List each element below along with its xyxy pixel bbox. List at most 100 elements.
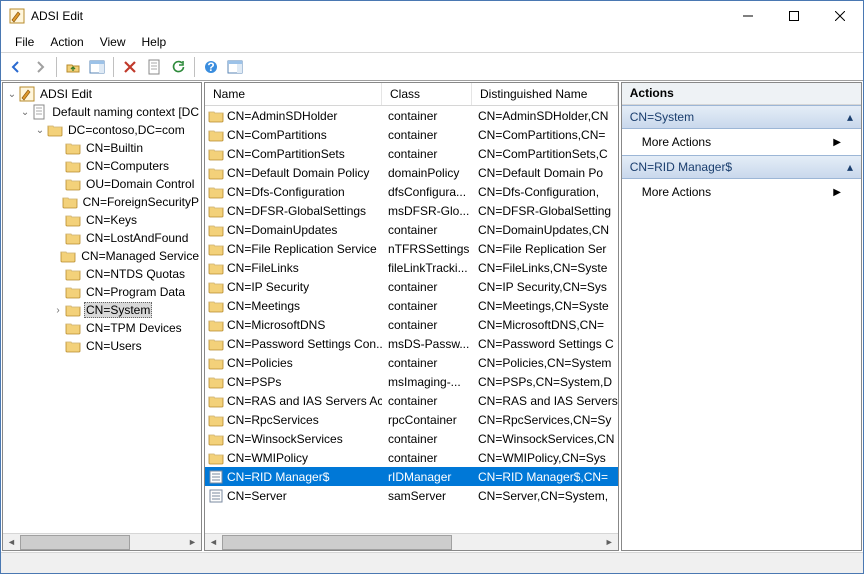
tree-label: CN=TPM Devices: [84, 320, 184, 336]
list-row[interactable]: CN=Default Domain PolicydomainPolicyCN=D…: [205, 163, 618, 182]
expand-icon[interactable]: ›: [51, 305, 65, 316]
tree-node[interactable]: CN=Users: [3, 337, 201, 355]
list-row[interactable]: CN=Dfs-ConfigurationdfsConfigura...CN=Df…: [205, 182, 618, 201]
list-row[interactable]: CN=FileLinksfileLinkTracki...CN=FileLink…: [205, 258, 618, 277]
tree-node[interactable]: CN=ForeignSecurityP: [3, 193, 201, 211]
collapse-icon[interactable]: ⌄: [33, 125, 47, 136]
tree-label: DC=contoso,DC=com: [66, 122, 187, 138]
list-row[interactable]: CN=File Replication ServicenTFRSSettings…: [205, 239, 618, 258]
folder-icon: [47, 122, 63, 138]
list-row[interactable]: CN=ComPartitionscontainerCN=ComPartition…: [205, 125, 618, 144]
actions-section-system[interactable]: CN=System ▴: [622, 105, 861, 129]
show-pane-button[interactable]: [86, 56, 108, 78]
collapse-icon[interactable]: ⌄: [19, 107, 31, 118]
actions-more-rid[interactable]: More Actions ▶: [622, 179, 861, 205]
scroll-left-icon[interactable]: ◄: [3, 535, 20, 550]
tree-node[interactable]: CN=NTDS Quotas: [3, 265, 201, 283]
nav-back-button[interactable]: [5, 56, 27, 78]
menu-file[interactable]: File: [7, 33, 42, 51]
tree-node[interactable]: CN=Keys: [3, 211, 201, 229]
list-row[interactable]: CN=ComPartitionSetscontainerCN=ComPartit…: [205, 144, 618, 163]
list-row[interactable]: CN=PSPsmsImaging-...CN=PSPs,CN=System,D: [205, 372, 618, 391]
col-class[interactable]: Class: [382, 83, 472, 105]
list-row[interactable]: CN=ServersamServerCN=Server,CN=System,: [205, 486, 618, 505]
actions-more-system[interactable]: More Actions ▶: [622, 129, 861, 155]
help-button[interactable]: [200, 56, 222, 78]
tree-h-scrollbar[interactable]: ◄ ►: [3, 533, 201, 550]
cell-name: CN=DFSR-GlobalSettings: [227, 204, 366, 218]
cell-dn: CN=RAS and IAS Servers: [472, 394, 618, 408]
cell-name: CN=ComPartitionSets: [227, 147, 345, 161]
tree-domain[interactable]: ⌄ DC=contoso,DC=com: [3, 121, 201, 139]
close-button[interactable]: [817, 1, 863, 31]
refresh-button[interactable]: [167, 56, 189, 78]
tree-label: ADSI Edit: [38, 86, 94, 102]
cell-class: container: [382, 394, 472, 408]
menu-view[interactable]: View: [92, 33, 134, 51]
list-row[interactable]: CN=Password Settings Con...msDS-Passw...…: [205, 334, 618, 353]
scroll-left-icon[interactable]: ◄: [205, 535, 222, 550]
tree-node[interactable]: CN=Computers: [3, 157, 201, 175]
list-row[interactable]: CN=AdminSDHoldercontainerCN=AdminSDHolde…: [205, 106, 618, 125]
folder-icon: [65, 338, 81, 354]
delete-button[interactable]: [119, 56, 141, 78]
list-row[interactable]: CN=IP SecuritycontainerCN=IP Security,CN…: [205, 277, 618, 296]
up-level-button[interactable]: [62, 56, 84, 78]
menu-action[interactable]: Action: [42, 33, 91, 51]
folder-icon: [208, 184, 224, 200]
scroll-right-icon[interactable]: ►: [601, 535, 618, 550]
collapse-icon[interactable]: ⌄: [5, 89, 19, 100]
cell-class: fileLinkTracki...: [382, 261, 472, 275]
list-body[interactable]: CN=AdminSDHoldercontainerCN=AdminSDHolde…: [205, 106, 618, 533]
cell-name: CN=PSPs: [227, 375, 281, 389]
list-row[interactable]: CN=RpcServicesrpcContainerCN=RpcServices…: [205, 410, 618, 429]
list-row[interactable]: CN=PoliciescontainerCN=Policies,CN=Syste…: [205, 353, 618, 372]
cell-dn: CN=PSPs,CN=System,D: [472, 375, 618, 389]
tree-node[interactable]: CN=LostAndFound: [3, 229, 201, 247]
tree-label: Default naming context [DC: [50, 104, 201, 120]
folder-icon: [65, 266, 81, 282]
tree-node[interactable]: CN=Managed Service: [3, 247, 201, 265]
tree-node[interactable]: OU=Domain Control: [3, 175, 201, 193]
actions-section-rid[interactable]: CN=RID Manager$ ▴: [622, 155, 861, 179]
scroll-thumb[interactable]: [222, 535, 452, 550]
list-row[interactable]: CN=DomainUpdatescontainerCN=DomainUpdate…: [205, 220, 618, 239]
cell-dn: CN=File Replication Ser: [472, 242, 618, 256]
list-row[interactable]: CN=RAS and IAS Servers Ac...containerCN=…: [205, 391, 618, 410]
actions-heading: Actions: [622, 83, 861, 105]
tree-root[interactable]: ⌄ ADSI Edit: [3, 85, 201, 103]
tree-node[interactable]: ›CN=System: [3, 301, 201, 319]
list-row[interactable]: CN=WMIPolicycontainerCN=WMIPolicy,CN=Sys: [205, 448, 618, 467]
list-row[interactable]: CN=DFSR-GlobalSettingsmsDFSR-Glo...CN=DF…: [205, 201, 618, 220]
maximize-button[interactable]: [771, 1, 817, 31]
scroll-thumb[interactable]: [20, 535, 130, 550]
folder-icon: [65, 140, 81, 156]
collapse-up-icon[interactable]: ▴: [847, 160, 853, 174]
action-pane-button[interactable]: [224, 56, 246, 78]
tree-node[interactable]: CN=Builtin: [3, 139, 201, 157]
nav-forward-button[interactable]: [29, 56, 51, 78]
list-row[interactable]: CN=MicrosoftDNScontainerCN=MicrosoftDNS,…: [205, 315, 618, 334]
properties-button[interactable]: [143, 56, 165, 78]
collapse-up-icon[interactable]: ▴: [847, 110, 853, 124]
col-dn[interactable]: Distinguished Name: [472, 83, 618, 105]
col-name[interactable]: Name: [205, 83, 382, 105]
chevron-right-icon: ▶: [833, 137, 841, 148]
minimize-button[interactable]: [725, 1, 771, 31]
cell-class: container: [382, 223, 472, 237]
tree-node[interactable]: CN=TPM Devices: [3, 319, 201, 337]
scope-tree[interactable]: ⌄ ADSI Edit ⌄ Default naming context [DC…: [3, 83, 201, 533]
cell-name: CN=WMIPolicy: [227, 451, 308, 465]
tree-node[interactable]: CN=Program Data: [3, 283, 201, 301]
list-row[interactable]: CN=MeetingscontainerCN=Meetings,CN=Syste: [205, 296, 618, 315]
list-row[interactable]: CN=RID Manager$rIDManagerCN=RID Manager$…: [205, 467, 618, 486]
actions-pane: Actions CN=System ▴ More Actions ▶ CN=RI…: [621, 82, 862, 551]
tree-label: CN=Users: [84, 338, 144, 354]
list-row[interactable]: CN=WinsockServicescontainerCN=WinsockSer…: [205, 429, 618, 448]
sheet-icon: [31, 104, 47, 120]
menu-help[interactable]: Help: [134, 33, 175, 51]
actions-item-label: More Actions: [642, 185, 711, 199]
list-h-scrollbar[interactable]: ◄ ►: [205, 533, 618, 550]
scroll-right-icon[interactable]: ►: [184, 535, 201, 550]
tree-context[interactable]: ⌄ Default naming context [DC: [3, 103, 201, 121]
